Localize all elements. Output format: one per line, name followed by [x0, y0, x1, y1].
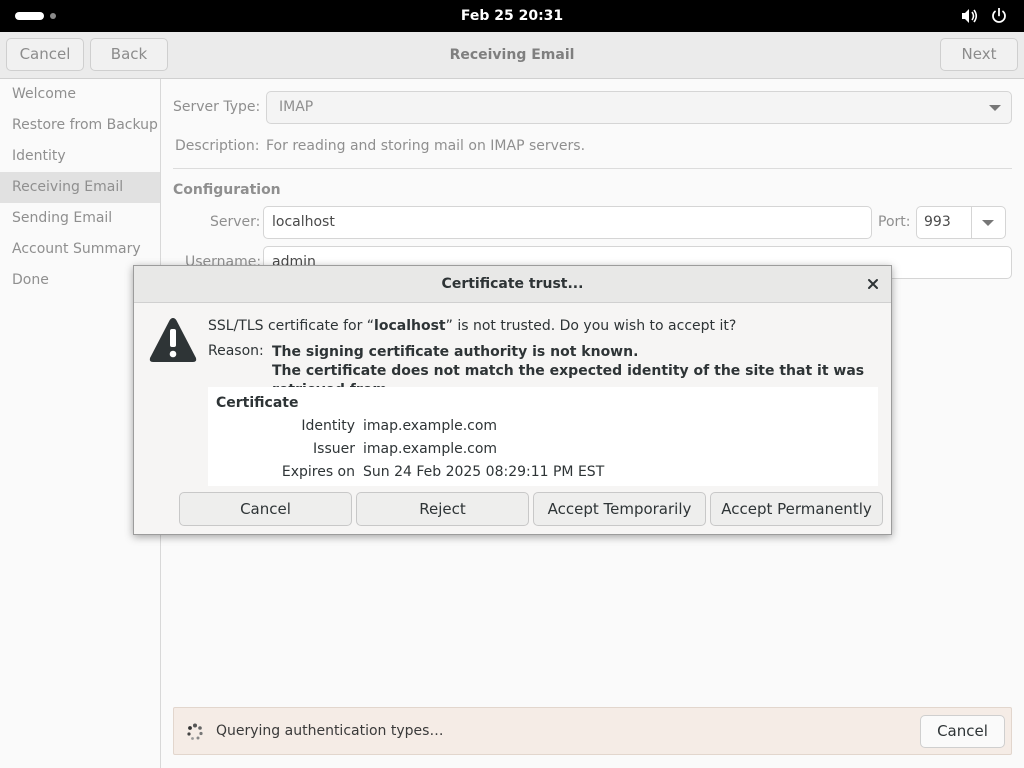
certificate-details: Certificate Identity imap.example.com Is…	[208, 387, 878, 486]
sidebar-item-welcome[interactable]: Welcome	[0, 79, 160, 110]
port-combo[interactable]: 993	[916, 206, 1006, 239]
port-separator	[971, 207, 972, 238]
certificate-heading: Certificate	[216, 395, 299, 411]
question-suffix: ” is not trusted. Do you wish to accept …	[445, 318, 737, 334]
identity-label: Identity	[301, 418, 355, 434]
identity-value: imap.example.com	[363, 418, 498, 434]
dialog-question: SSL/TLS certificate for “localhost” is n…	[208, 318, 736, 334]
accept-temporarily-button[interactable]: Accept Temporarily	[533, 492, 706, 526]
server-type-value: IMAP	[279, 99, 314, 115]
server-label: Server:	[210, 214, 261, 230]
description-value: For reading and storing mail on IMAP ser…	[266, 138, 586, 154]
description-label: Description:	[175, 138, 260, 154]
next-button[interactable]: Next	[940, 38, 1018, 71]
close-icon[interactable]	[866, 277, 880, 291]
volume-icon[interactable]	[961, 8, 979, 24]
expires-label: Expires on	[281, 464, 355, 480]
question-host: localhost	[374, 318, 446, 334]
clock[interactable]: Feb 25 20:31	[0, 0, 1024, 32]
spinner-icon	[187, 723, 203, 740]
window-title: Receiving Email	[449, 47, 575, 63]
status-bar: Querying authentication types… Cancel	[173, 707, 1012, 755]
power-icon[interactable]	[990, 8, 1008, 24]
status-message: Querying authentication types…	[216, 723, 444, 739]
chevron-down-icon[interactable]	[982, 220, 994, 226]
sidebar-item-sending-email[interactable]: Sending Email	[0, 203, 160, 234]
configuration-heading: Configuration	[173, 182, 281, 198]
reason-label: Reason:	[208, 343, 264, 359]
dialog-title: Certificate trust...	[134, 266, 891, 303]
issuer-label: Issuer	[313, 441, 355, 457]
sidebar-item-identity[interactable]: Identity	[0, 141, 160, 172]
sidebar-item-account-summary[interactable]: Account Summary	[0, 234, 160, 265]
warning-icon	[149, 318, 197, 362]
reason-line-1: The signing certificate authority is not…	[272, 344, 639, 360]
header-bar: Cancel Back Receiving Email Next	[0, 32, 1024, 79]
status-cancel-button[interactable]: Cancel	[920, 715, 1005, 748]
certificate-trust-dialog: Certificate trust... SSL/TLS certificate…	[133, 265, 892, 535]
server-type-select[interactable]: IMAP	[266, 91, 1012, 124]
sidebar-item-receiving-email[interactable]: Receiving Email	[0, 172, 160, 203]
reject-button[interactable]: Reject	[356, 492, 529, 526]
system-top-bar: Feb 25 20:31	[0, 0, 1024, 32]
sidebar-item-restore-from-backup[interactable]: Restore from Backup	[0, 110, 160, 141]
port-value: 993	[924, 214, 951, 230]
expires-value: Sun 24 Feb 2025 08:29:11 PM EST	[363, 464, 605, 480]
accept-permanently-button[interactable]: Accept Permanently	[710, 492, 883, 526]
server-type-label: Server Type:	[173, 99, 261, 115]
question-prefix: SSL/TLS certificate for “	[208, 318, 375, 334]
divider	[173, 168, 1012, 169]
server-field[interactable]: localhost	[263, 206, 872, 239]
port-label: Port:	[878, 214, 911, 230]
issuer-value: imap.example.com	[363, 441, 498, 457]
dialog-cancel-button[interactable]: Cancel	[179, 492, 352, 526]
chevron-down-icon	[989, 105, 1001, 111]
